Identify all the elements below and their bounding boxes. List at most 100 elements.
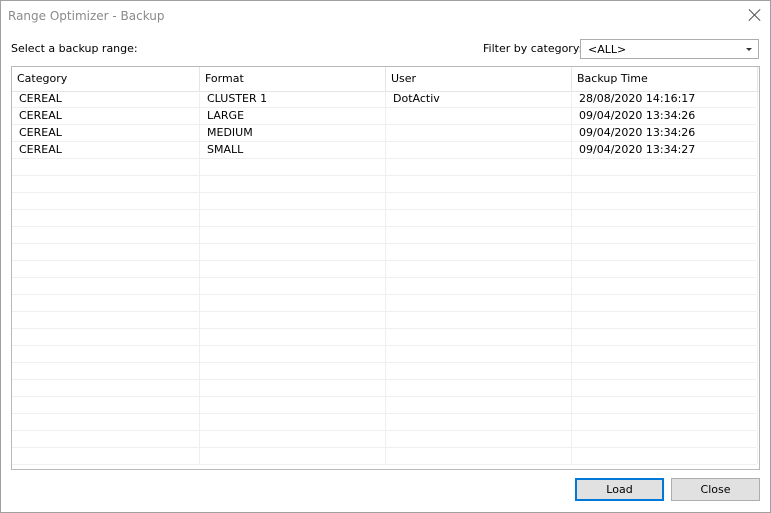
title-bar: Range Optimizer - Backup: [1, 1, 770, 31]
cell-category: [12, 210, 200, 226]
empty-row: [12, 278, 758, 295]
backup-range-grid[interactable]: Category Format User Backup Time CEREAL C…: [11, 66, 760, 470]
close-icon[interactable]: [748, 8, 762, 22]
empty-row: [12, 363, 758, 380]
cell-format: LARGE: [200, 108, 386, 124]
cell-format: MEDIUM: [200, 125, 386, 141]
cell-user: [386, 448, 572, 464]
cell-category: CEREAL: [12, 125, 200, 141]
cell-backup-time: [572, 431, 758, 447]
cell-category: [12, 312, 200, 328]
cell-backup-time: [572, 397, 758, 413]
cell-user: [386, 227, 572, 243]
cell-backup-time: [572, 346, 758, 362]
cell-backup-time: [572, 159, 758, 175]
cell-user: [386, 295, 572, 311]
cell-format: CLUSTER 1: [200, 91, 386, 107]
cell-user: [386, 125, 572, 141]
empty-row: [12, 159, 758, 176]
cell-format: [200, 414, 386, 430]
cell-backup-time: [572, 312, 758, 328]
cell-format: [200, 312, 386, 328]
chevron-down-icon[interactable]: [746, 48, 752, 51]
empty-row: [12, 414, 758, 431]
cell-user: [386, 278, 572, 294]
cell-format: SMALL: [200, 142, 386, 158]
empty-row: [12, 397, 758, 414]
cell-backup-time: 09/04/2020 13:34:26: [572, 125, 758, 141]
cell-category: [12, 346, 200, 362]
cell-format: [200, 193, 386, 209]
cell-backup-time: [572, 176, 758, 192]
grid-header: Category Format User Backup Time: [12, 67, 759, 92]
cell-category: CEREAL: [12, 108, 200, 124]
cell-category: [12, 380, 200, 396]
empty-row: [12, 448, 758, 465]
cell-format: [200, 210, 386, 226]
cell-user: DotActiv: [386, 91, 572, 107]
empty-row: [12, 329, 758, 346]
cell-backup-time: [572, 448, 758, 464]
cell-backup-time: 28/08/2020 14:16:17: [572, 91, 758, 107]
cell-backup-time: [572, 244, 758, 260]
empty-row: [12, 244, 758, 261]
cell-backup-time: [572, 227, 758, 243]
cell-format: [200, 227, 386, 243]
cell-format: [200, 363, 386, 379]
empty-row: [12, 193, 758, 210]
empty-row: [12, 176, 758, 193]
column-header-backup-time[interactable]: Backup Time: [572, 67, 758, 91]
cell-category: [12, 244, 200, 260]
column-header-user[interactable]: User: [386, 67, 572, 91]
cell-user: [386, 414, 572, 430]
empty-row: [12, 380, 758, 397]
cell-backup-time: 09/04/2020 13:34:27: [572, 142, 758, 158]
cell-user: [386, 329, 572, 345]
cell-user: [386, 176, 572, 192]
cell-format: [200, 448, 386, 464]
cell-category: [12, 295, 200, 311]
table-row[interactable]: CEREAL CLUSTER 1 DotActiv 28/08/2020 14:16:…: [12, 91, 758, 108]
cell-backup-time: [572, 193, 758, 209]
category-filter-dropdown[interactable]: <ALL>: [580, 39, 759, 59]
cell-format: [200, 380, 386, 396]
cell-category: [12, 193, 200, 209]
cell-category: [12, 261, 200, 277]
empty-row: [12, 261, 758, 278]
cell-user: [386, 193, 572, 209]
cell-user: [386, 346, 572, 362]
cell-user: [386, 380, 572, 396]
cell-user: [386, 261, 572, 277]
cell-category: [12, 363, 200, 379]
cell-format: [200, 244, 386, 260]
cell-category: [12, 176, 200, 192]
cell-category: [12, 431, 200, 447]
cell-format: [200, 329, 386, 345]
cell-category: [12, 397, 200, 413]
empty-row: [12, 210, 758, 227]
cell-category: [12, 278, 200, 294]
cell-format: [200, 261, 386, 277]
filter-category-label: Filter by category:: [483, 42, 583, 55]
cell-user: [386, 397, 572, 413]
cell-user: [386, 210, 572, 226]
backup-dialog: Range Optimizer - Backup Select a backup…: [0, 0, 771, 513]
cell-format: [200, 295, 386, 311]
select-range-label: Select a backup range:: [11, 42, 138, 55]
column-header-category[interactable]: Category: [12, 67, 200, 91]
cell-category: [12, 159, 200, 175]
table-row[interactable]: CEREAL MEDIUM 09/04/2020 13:34:26: [12, 125, 758, 142]
cell-backup-time: [572, 278, 758, 294]
close-button[interactable]: Close: [671, 478, 760, 501]
table-row[interactable]: CEREAL SMALL 09/04/2020 13:34:27: [12, 142, 758, 159]
cell-category: [12, 414, 200, 430]
empty-row: [12, 346, 758, 363]
cell-user: [386, 142, 572, 158]
cell-user: [386, 431, 572, 447]
table-row[interactable]: CEREAL LARGE 09/04/2020 13:34:26: [12, 108, 758, 125]
cell-format: [200, 431, 386, 447]
cell-format: [200, 159, 386, 175]
cell-user: [386, 159, 572, 175]
column-header-format[interactable]: Format: [200, 67, 386, 91]
load-button[interactable]: Load: [575, 478, 664, 501]
